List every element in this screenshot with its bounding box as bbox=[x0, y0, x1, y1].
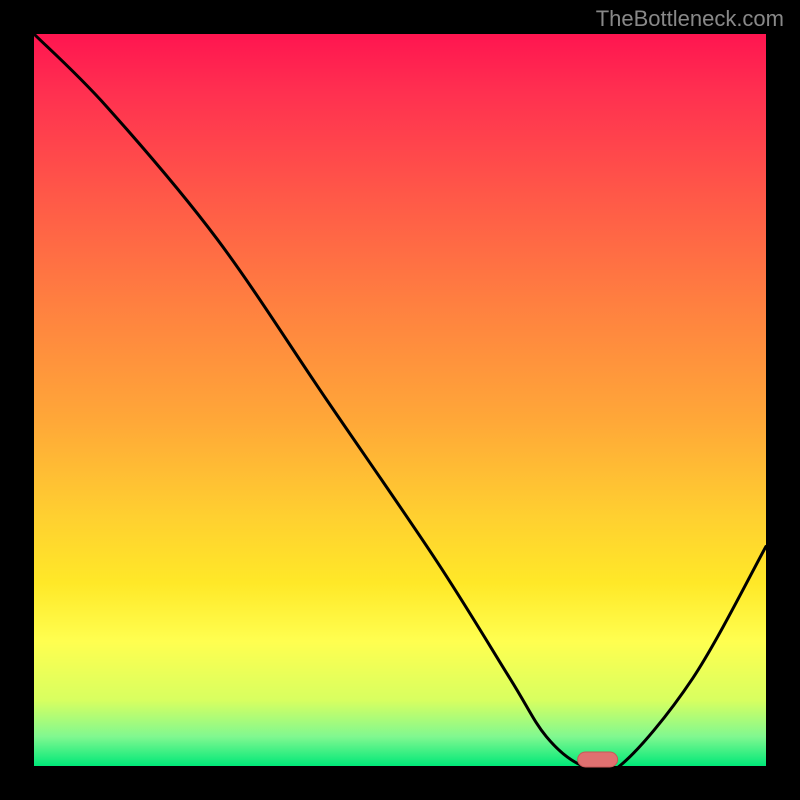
chart-svg bbox=[34, 34, 766, 766]
bottleneck-curve bbox=[34, 34, 766, 774]
optimal-marker bbox=[578, 752, 618, 767]
watermark-text: TheBottleneck.com bbox=[596, 6, 784, 32]
chart-plot-area bbox=[34, 34, 766, 766]
